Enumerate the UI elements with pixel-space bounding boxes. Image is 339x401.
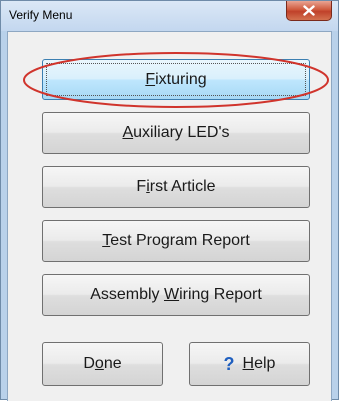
test-program-report-label: Test Program Report	[102, 232, 250, 249]
help-button[interactable]: ? Help	[189, 342, 310, 386]
close-button[interactable]	[286, 1, 332, 21]
title-bar: Verify Menu	[1, 1, 338, 31]
first-article-label: First Article	[136, 178, 216, 195]
auxiliary-leds-button[interactable]: Auxiliary LED's	[42, 112, 310, 154]
help-question-icon: ?	[223, 353, 235, 374]
assembly-wiring-report-button[interactable]: Assembly Wiring Report	[42, 274, 310, 316]
fixturing-label: Fixturing	[145, 70, 207, 88]
fixturing-button[interactable]: Fixturing	[42, 59, 310, 100]
done-button[interactable]: Done	[42, 342, 163, 386]
done-label: Done	[83, 355, 122, 372]
help-label: Help	[242, 355, 276, 372]
close-icon	[303, 5, 315, 16]
window-title: Verify Menu	[9, 8, 73, 22]
first-article-button[interactable]: First Article	[42, 166, 310, 208]
test-program-report-button[interactable]: Test Program Report	[42, 220, 310, 262]
auxiliary-leds-label: Auxiliary LED's	[122, 124, 230, 141]
assembly-wiring-report-label: Assembly Wiring Report	[90, 286, 262, 303]
